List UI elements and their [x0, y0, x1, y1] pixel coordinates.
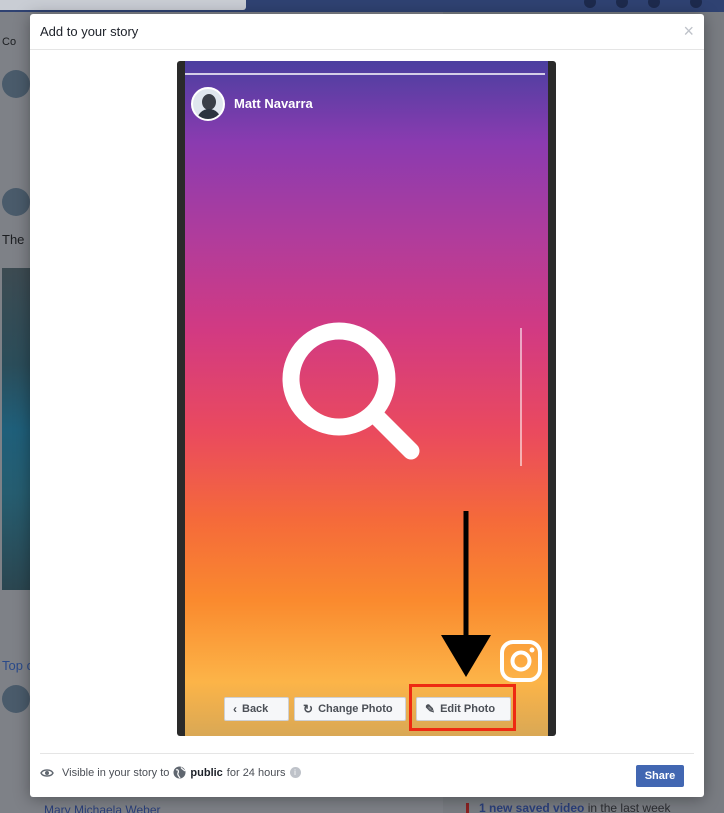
- help-icon[interactable]: [690, 0, 702, 8]
- scrollbar[interactable]: [520, 328, 522, 466]
- facebook-top-bar: [0, 0, 724, 12]
- saved-video-link[interactable]: 1 new saved video: [479, 801, 584, 813]
- friends-icon[interactable]: [584, 0, 596, 8]
- messenger-icon[interactable]: [616, 0, 628, 8]
- commenter-name[interactable]: Mary Michaela Weber: [44, 803, 160, 813]
- dialog-footer: Visible in your story to public for 24 h…: [40, 753, 694, 797]
- share-button[interactable]: Share: [636, 765, 684, 787]
- back-label: Back: [242, 703, 269, 715]
- visibility-prefix: Visible in your story to: [62, 766, 170, 779]
- avatar: [2, 70, 30, 98]
- instagram-icon: [500, 640, 542, 682]
- avatar: [191, 87, 225, 121]
- post-photo: [2, 268, 30, 590]
- chevron-left-icon: ‹: [233, 702, 237, 716]
- notifications-icon[interactable]: [648, 0, 660, 8]
- arrow-down-icon: [441, 511, 491, 677]
- change-photo-button[interactable]: ↻ Change Photo: [294, 697, 406, 721]
- dialog-title: Add to your story: [40, 24, 139, 39]
- search-input[interactable]: [0, 0, 246, 10]
- story-preview: Matt Navarra ‹ Back ↻ Change Photo ✎ Edi…: [177, 61, 556, 736]
- post-author-avatar: [2, 188, 30, 216]
- add-to-story-dialog: Add to your story × Matt Navarra ‹ Back: [30, 14, 704, 797]
- dialog-header: Add to your story ×: [30, 14, 704, 50]
- eye-icon: [40, 768, 54, 777]
- story-author-name: Matt Navarra: [234, 96, 313, 111]
- composer-label: Co: [2, 36, 17, 48]
- back-button[interactable]: ‹ Back: [224, 697, 289, 721]
- duration-label: for 24 hours: [226, 766, 286, 779]
- audience-label: public: [190, 766, 223, 779]
- saved-video-notice: 1 new saved video in the last week: [466, 801, 670, 813]
- highlight-box: [409, 684, 516, 731]
- saved-video-suffix: in the last week: [587, 801, 671, 813]
- visibility-info: Visible in your story to public for 24 h…: [40, 766, 301, 779]
- search-icon: [282, 322, 420, 460]
- info-icon[interactable]: i: [289, 767, 301, 778]
- close-icon[interactable]: ×: [683, 22, 694, 40]
- comment-avatar: [2, 685, 30, 713]
- post-text: The: [2, 232, 25, 247]
- top-comments-link[interactable]: Top c: [2, 658, 33, 673]
- saved-indicator: [466, 802, 469, 813]
- change-photo-label: Change Photo: [318, 703, 393, 715]
- story-progress-bar: [185, 73, 545, 75]
- refresh-icon: ↻: [303, 702, 314, 716]
- globe-icon: [173, 766, 186, 779]
